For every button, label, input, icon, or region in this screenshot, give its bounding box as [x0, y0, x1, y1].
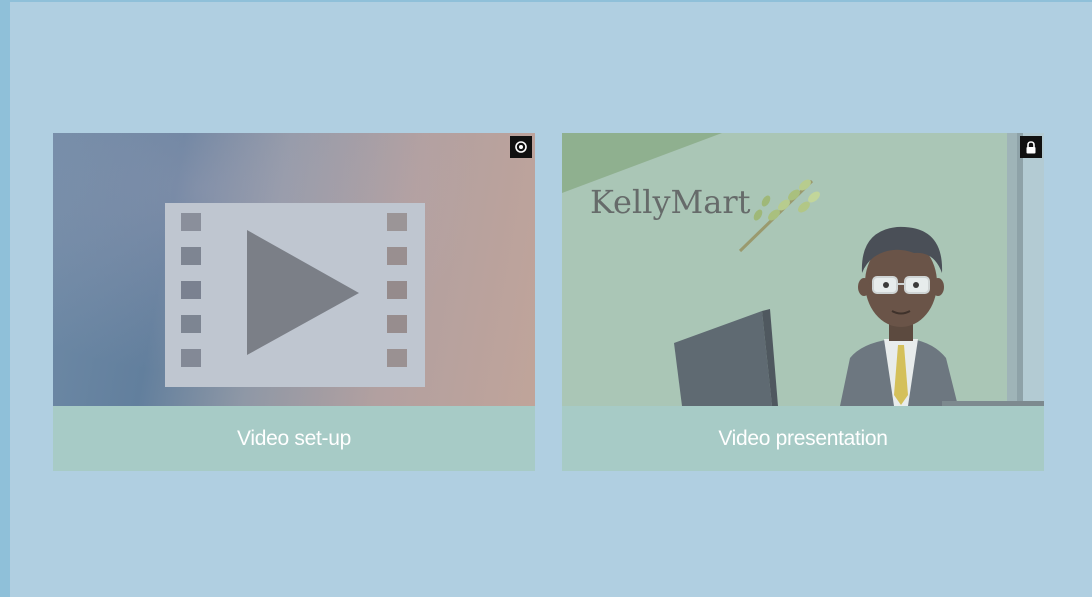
left-border [0, 0, 10, 597]
video-setup-caption[interactable]: Video set-up [53, 406, 535, 471]
video-presentation-caption[interactable]: Video presentation [562, 406, 1044, 471]
kellymart-logo: KellyMart [590, 183, 751, 221]
lock-icon[interactable] [1020, 136, 1042, 158]
video-film-icon [165, 203, 425, 387]
video-presentation-thumbnail[interactable]: KellyMart [562, 133, 1044, 406]
top-border [0, 0, 1092, 2]
page: Video set-up KellyMart Video presentatio… [0, 0, 1092, 597]
record-icon[interactable] [510, 136, 532, 158]
video-setup-thumbnail[interactable] [53, 133, 535, 406]
video-setup-card[interactable]: Video set-up [53, 133, 535, 471]
video-presentation-card[interactable]: KellyMart Video presentation [562, 133, 1044, 471]
presenter-illustration: KellyMart [562, 133, 1044, 406]
